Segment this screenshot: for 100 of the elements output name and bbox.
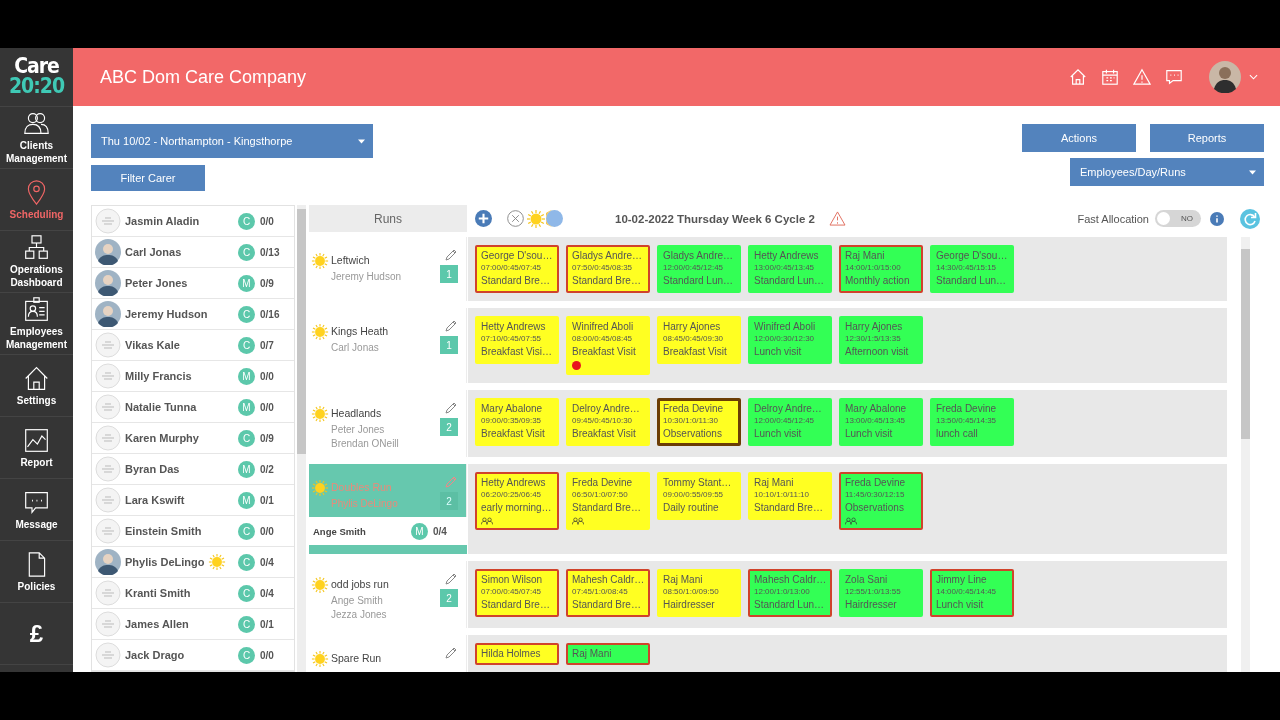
employee-row[interactable]: Natalie Tunna M 0/0 xyxy=(92,392,294,423)
calendar-icon[interactable] xyxy=(1101,68,1119,86)
nav-item[interactable]: Clients Management xyxy=(0,107,73,169)
visit-card[interactable]: Freda Devine 11:45/0:30/12:15 Observations xyxy=(839,472,923,530)
visit-card[interactable]: Gladys Andre… 12:00/0:45/12:45 Standard Lun… xyxy=(657,245,741,293)
filter-button[interactable]: Filter Carer xyxy=(91,165,205,191)
refresh-icon[interactable] xyxy=(1240,208,1260,229)
visit-card[interactable]: Harry Ajones 12:30/1:5/13:35 Afternoon visit xyxy=(839,316,923,364)
employee-row[interactable]: Peter Jones M 0/9 xyxy=(92,268,294,299)
edit-icon[interactable] xyxy=(444,401,458,415)
visit-card[interactable]: Hetty Andrews 07:10/0:45/07:55 Breakfast Visi… xyxy=(475,316,559,364)
visit-type: Lunch visit xyxy=(845,427,894,441)
visit-card[interactable]: Raj Mani 10:10/1:0/11:10 Standard Bre… xyxy=(748,472,832,520)
nav-item[interactable]: Message xyxy=(0,479,73,541)
visit-card[interactable]: George D'sou… 07:00/0:45/07:45 Standard Bre… xyxy=(475,245,559,293)
employee-row[interactable]: Einstein Smith C 0/0 xyxy=(92,516,294,547)
visit-card[interactable]: Mary Abalone 13:00/0:45/13:45 Lunch visit xyxy=(839,398,923,446)
actions-button[interactable]: Actions xyxy=(1022,124,1136,152)
visit-card[interactable]: Winifred Aboli 08:00/0:45/08:45 Breakfast Visit xyxy=(566,316,650,375)
visit-card[interactable]: Tommy Stant… 09:00/0:55/09:55 Daily routine xyxy=(657,472,741,520)
employee-row[interactable]: Vikas Kale C 0/7 xyxy=(92,330,294,361)
info-icon[interactable] xyxy=(1210,211,1224,226)
visit-count: 0/13 xyxy=(260,246,281,258)
moon-icon[interactable] xyxy=(546,210,563,227)
employee-name: Peter Jones xyxy=(125,277,188,289)
edit-icon[interactable] xyxy=(444,319,458,333)
visit-card[interactable]: Mahesh Caldr… 07:45/1:0/08:45 Standard Bre… xyxy=(566,569,650,617)
employee-row[interactable]: James Allen C 0/1 xyxy=(92,609,294,640)
visit-card[interactable]: Hetty Andrews 06:20/0:25/06:45 early morning… xyxy=(475,472,559,530)
nav-item[interactable]: Report xyxy=(0,417,73,479)
employee-row[interactable]: Kranti Smith C 0/4 xyxy=(92,578,294,609)
sun-icon xyxy=(311,650,329,668)
edit-icon[interactable] xyxy=(444,248,458,262)
visit-card[interactable]: Mahesh Caldr… 12:00/1:0/13:00 Standard Lun… xyxy=(748,569,832,617)
nav-item[interactable]: £ xyxy=(0,603,73,665)
visit-card[interactable]: Simon Wilson 07:00/0:45/07:45 Standard Bre… xyxy=(475,569,559,617)
visit-card[interactable]: Gladys Andre… 07:50/0:45/08:35 Standard Bre… xyxy=(566,245,650,293)
avatar xyxy=(95,270,121,296)
visit-card[interactable]: Harry Ajones 08:45/0:45/09:30 Breakfast Visit xyxy=(657,316,741,364)
employee-row[interactable]: Carl Jonas C 0/13 xyxy=(92,237,294,268)
house-icon xyxy=(23,364,50,392)
edit-icon[interactable] xyxy=(444,572,458,586)
staff-name: Jeremy Hudson xyxy=(331,270,403,284)
employee-row[interactable]: Jack Drago C 0/0 xyxy=(92,640,294,671)
visit-time: 13:00/0:45/13:45 xyxy=(754,262,816,274)
visit-card[interactable]: Raj Mani 08:50/1:0/09:50 Hairdresser xyxy=(657,569,741,617)
nav-item[interactable]: Policies xyxy=(0,541,73,603)
run-card[interactable]: Spare Run xyxy=(309,635,467,672)
run-card[interactable]: Leftwich Jeremy Hudson 1 xyxy=(309,237,467,301)
add-icon[interactable] xyxy=(475,210,492,227)
scrollbar[interactable] xyxy=(1241,237,1250,672)
visit-card[interactable]: Delroy Andre… 09:45/0:45/10:30 Breakfast Visit xyxy=(566,398,650,446)
avatar xyxy=(95,363,121,389)
visit-card[interactable]: Delroy Andre… 12:00/0:45/12:45 Lunch visit xyxy=(748,398,832,446)
visit-card[interactable]: Mary Abalone 09:00/0:35/09:35 Breakfast Visit xyxy=(475,398,559,446)
visit-count: 0/9 xyxy=(260,432,275,444)
employee-row[interactable]: Karen Murphy C 0/9 xyxy=(92,423,294,454)
toggle-switch[interactable]: NO xyxy=(1155,210,1201,227)
visit-type: Lunch visit xyxy=(754,427,803,441)
employee-row[interactable]: Jasmin Aladin C 0/0 xyxy=(92,206,294,237)
employee-row[interactable]: Lara Kswift M 0/1 xyxy=(92,485,294,516)
employee-row[interactable]: Byran Das M 0/2 xyxy=(92,454,294,485)
home-icon[interactable] xyxy=(1069,68,1087,86)
nav-item[interactable]: Employees Management xyxy=(0,293,73,355)
client-name: Gladys Andre… xyxy=(663,249,735,262)
run-card[interactable]: Kings Heath Carl Jonas 1 xyxy=(309,308,467,383)
location-dropdown[interactable]: Thu 10/02 - Northampton - Kingsthorpe xyxy=(91,124,373,158)
visit-card[interactable]: Freda Devine 13:50/0:45/14:35 lunch call xyxy=(930,398,1014,446)
visit-card[interactable]: George D'sou… 14:30/0:45/15:15 Standard Lun… xyxy=(930,245,1014,293)
visit-card[interactable]: Freda Devine 10:30/1:0/11:30 Observations xyxy=(657,398,741,446)
reports-button[interactable]: Reports xyxy=(1150,124,1264,152)
visit-card[interactable]: Zola Sani 12:55/1:0/13:55 Hairdresser xyxy=(839,569,923,617)
visit-card[interactable]: Hetty Andrews 13:00/0:45/13:45 Standard Lun… xyxy=(748,245,832,293)
nav-item[interactable]: Operations Dashboard xyxy=(0,231,73,293)
message-icon[interactable] xyxy=(1165,68,1183,86)
warning-icon[interactable] xyxy=(828,211,846,226)
visit-card[interactable]: Jimmy Line 14:00/0:45/14:45 Lunch visit xyxy=(930,569,1014,617)
employee-row[interactable]: Jeremy Hudson C 0/16 xyxy=(92,299,294,330)
edit-icon[interactable] xyxy=(444,646,458,660)
view-dropdown[interactable]: Employees/Day/Runs xyxy=(1070,158,1264,186)
employee-row[interactable]: Milly Francis M 0/0 xyxy=(92,361,294,392)
visit-card[interactable]: Winifred Aboli 12:00/0:30/12:30 Lunch visit xyxy=(748,316,832,364)
employee-row[interactable]: Phylis DeLingo C 0/4 xyxy=(92,547,294,578)
client-name: Mary Abalone xyxy=(845,402,908,415)
nav-item[interactable]: Scheduling xyxy=(0,169,73,231)
visit-card[interactable]: Freda Devine 06:50/1:0/07:50 Standard Bre… xyxy=(566,472,650,530)
scrollbar[interactable] xyxy=(297,205,306,672)
date-title: 10-02-2022 Thursday Week 6 Cycle 2 xyxy=(615,212,815,225)
client-name: Hetty Andrews xyxy=(754,249,820,262)
run-card[interactable]: Headlands Peter Jones Brendan ONeill 2 xyxy=(309,390,467,457)
role-badge: C xyxy=(238,243,255,261)
close-icon[interactable] xyxy=(507,210,524,227)
caret-icon[interactable] xyxy=(1249,74,1258,80)
visit-card[interactable]: Raj Mani xyxy=(566,643,650,665)
user-avatar[interactable] xyxy=(1209,61,1241,93)
run-card[interactable]: odd jobs run Ange Smith Jezza Jones 2 xyxy=(309,561,467,628)
visit-card[interactable]: Raj Mani 14:00/1:0/15:00 Monthly action xyxy=(839,245,923,293)
employee-name: Jasmin Aladin xyxy=(125,215,200,227)
visit-card[interactable]: Hilda Holmes xyxy=(475,643,559,665)
nav-item[interactable]: Settings xyxy=(0,355,73,417)
